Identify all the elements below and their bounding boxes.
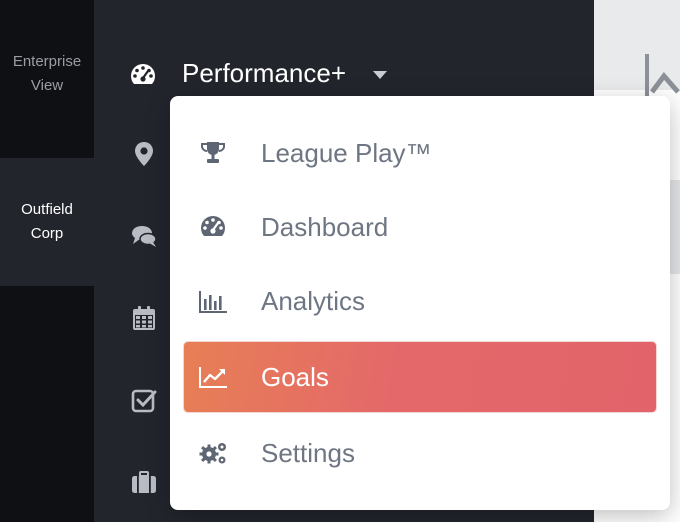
menu-item-label: Goals bbox=[261, 362, 329, 392]
menu-item-label: League Play™ bbox=[261, 138, 432, 168]
menu-item-label: Settings bbox=[261, 438, 355, 468]
menu-item-dashboard[interactable]: Dashboard bbox=[184, 192, 656, 262]
calendar-icon[interactable] bbox=[130, 304, 158, 332]
chat-bubbles-icon[interactable] bbox=[130, 222, 158, 250]
org-enterprise-view[interactable]: Enterprise View bbox=[0, 38, 94, 110]
org-enterprise-line2: View bbox=[30, 77, 64, 94]
menu-item-settings[interactable]: Settings bbox=[184, 418, 656, 488]
caret-down-icon bbox=[373, 71, 387, 79]
gears-icon bbox=[199, 443, 226, 464]
logo-fragment-icon bbox=[645, 54, 680, 100]
page-content-strip bbox=[670, 180, 680, 274]
bar-chart-icon bbox=[199, 291, 227, 313]
briefcase-icon[interactable] bbox=[130, 468, 158, 496]
dashboard-gauge-icon bbox=[200, 216, 226, 236]
performance-title: Performance+ bbox=[182, 58, 347, 88]
menu-item-label: Analytics bbox=[261, 286, 366, 316]
trend-line-icon bbox=[199, 367, 227, 388]
org-enterprise-line1: Enterprise bbox=[12, 53, 82, 70]
performance-menu-toggle[interactable]: Performance+ bbox=[94, 44, 594, 102]
menu-item-league-play[interactable]: League Play™ bbox=[184, 118, 656, 188]
menu-item-analytics[interactable]: Analytics bbox=[184, 266, 656, 336]
org-rail: Enterprise View Outfield Corp bbox=[0, 0, 94, 522]
org-outfield-line1: Outfield bbox=[21, 201, 73, 218]
org-outfield-line2: Corp bbox=[30, 225, 64, 242]
trophy-icon bbox=[201, 142, 225, 163]
map-pin-icon[interactable] bbox=[130, 140, 158, 168]
org-outfield-corp[interactable]: Outfield Corp bbox=[0, 158, 94, 286]
performance-dropdown-menu: League Play™ Dashboard Analytics Goals S… bbox=[170, 96, 670, 510]
menu-item-goals[interactable]: Goals bbox=[184, 342, 656, 412]
checkbox-icon[interactable] bbox=[130, 386, 158, 414]
dashboard-gauge-icon bbox=[130, 64, 156, 84]
menu-item-label: Dashboard bbox=[261, 212, 389, 242]
